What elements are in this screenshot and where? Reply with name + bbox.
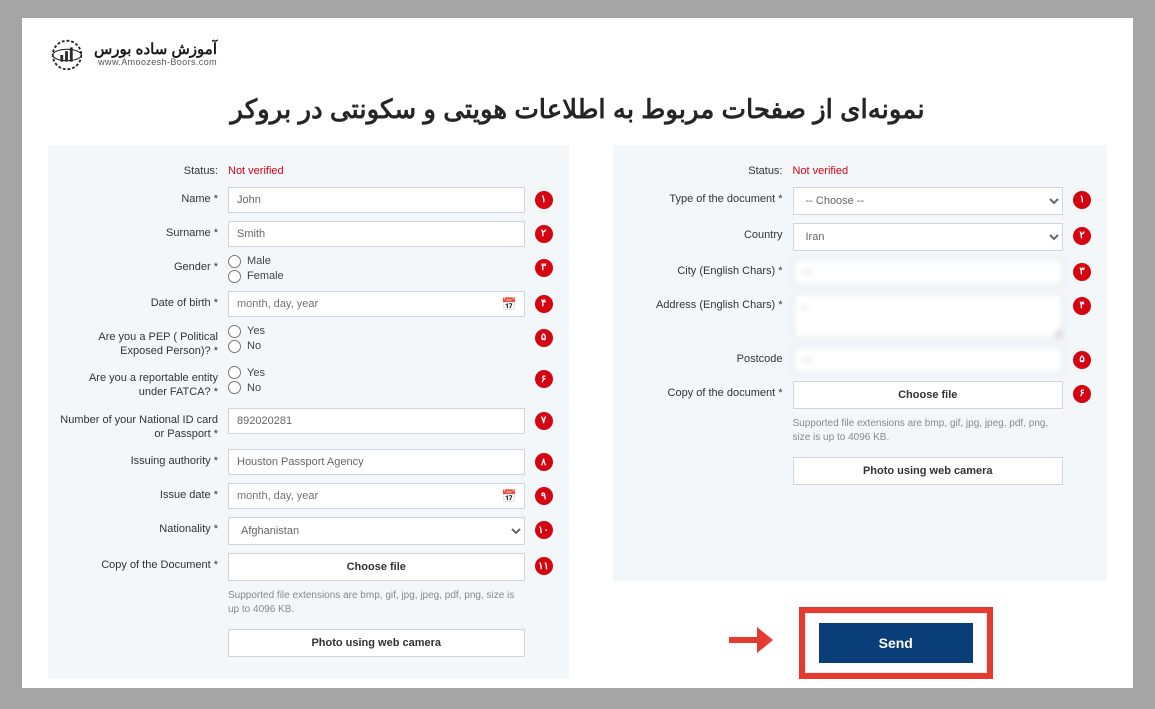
city-label: City (English Chars) * bbox=[623, 259, 783, 279]
page-title: نمونه‌ای از صفحات مربوط به اطلاعات هویتی… bbox=[48, 94, 1107, 125]
postcode-label: Postcode bbox=[623, 347, 783, 367]
choose-file-button[interactable]: Choose file bbox=[228, 553, 525, 581]
copy-doc-label: Copy of the Document * bbox=[58, 553, 218, 573]
send-button[interactable]: Send bbox=[819, 623, 973, 663]
choose-file-button[interactable]: Choose file bbox=[793, 381, 1064, 409]
calendar-icon[interactable]: 📅 bbox=[502, 297, 517, 311]
fatca-no-radio[interactable]: No bbox=[228, 381, 265, 394]
marker-4: ۴ bbox=[535, 295, 553, 313]
copy-doc-label: Copy of the document * bbox=[623, 381, 783, 401]
idnum-input[interactable] bbox=[228, 408, 525, 434]
file-hint: Supported file extensions are bmp, gif, … bbox=[793, 415, 1064, 451]
marker-7: ۷ bbox=[535, 412, 553, 430]
fatca-yes-radio[interactable]: Yes bbox=[228, 366, 265, 379]
pep-yes-radio[interactable]: Yes bbox=[228, 325, 265, 338]
marker-3r: ۳ bbox=[1073, 263, 1091, 281]
dob-input[interactable] bbox=[228, 291, 525, 317]
doctype-select[interactable]: -- Choose -- bbox=[793, 187, 1064, 215]
gender-label: Gender * bbox=[58, 255, 218, 275]
city-input[interactable] bbox=[793, 259, 1064, 285]
issdate-label: Issue date * bbox=[58, 483, 218, 503]
marker-9: ۹ bbox=[535, 487, 553, 505]
dob-label: Date of birth * bbox=[58, 291, 218, 311]
logo-title: آموزش ساده بورس bbox=[94, 42, 217, 58]
country-select[interactable]: Iran bbox=[793, 223, 1064, 251]
send-highlight-frame: Send bbox=[799, 607, 993, 679]
surname-input[interactable] bbox=[228, 221, 525, 247]
address-label: Address (English Chars) * bbox=[623, 293, 783, 313]
webcam-button[interactable]: Photo using web camera bbox=[793, 457, 1064, 485]
status-label: Status: bbox=[58, 159, 218, 179]
file-hint: Supported file extensions are bmp, gif, … bbox=[228, 587, 525, 623]
fatca-label: Are you a reportable entity under FATCA?… bbox=[58, 366, 218, 400]
calendar-icon[interactable]: 📅 bbox=[502, 489, 517, 503]
webcam-button[interactable]: Photo using web camera bbox=[228, 629, 525, 657]
identity-form-panel: Status: Not verified Name * ۱ Surname * … bbox=[48, 145, 569, 679]
postcode-input[interactable] bbox=[793, 347, 1064, 373]
nationality-label: Nationality * bbox=[58, 517, 218, 537]
marker-8: ۸ bbox=[535, 453, 553, 471]
status-value: Not verified bbox=[793, 159, 849, 177]
doctype-label: Type of the document * bbox=[623, 187, 783, 207]
gender-male-radio[interactable]: Male bbox=[228, 255, 284, 268]
arrow-right-icon bbox=[727, 622, 773, 664]
send-callout: Send bbox=[613, 607, 1108, 679]
marker-6r: ۶ bbox=[1073, 385, 1091, 403]
marker-5r: ۵ bbox=[1073, 351, 1091, 369]
marker-6: ۶ bbox=[535, 370, 553, 388]
surname-label: Surname * bbox=[58, 221, 218, 241]
marker-2r: ۲ bbox=[1073, 227, 1091, 245]
marker-3: ۳ bbox=[535, 259, 553, 277]
idnum-label: Number of your National ID card or Passp… bbox=[58, 408, 218, 442]
country-label: Country bbox=[623, 223, 783, 243]
status-label: Status: bbox=[623, 159, 783, 179]
issauth-label: Issuing authority * bbox=[58, 449, 218, 469]
issdate-input[interactable] bbox=[228, 483, 525, 509]
marker-1: ۱ bbox=[535, 191, 553, 209]
pep-no-radio[interactable]: No bbox=[228, 340, 265, 353]
brand-logo: آموزش ساده بورس www.Amoozesh-Boors.com bbox=[48, 36, 217, 74]
marker-2: ۲ bbox=[535, 225, 553, 243]
page: آموزش ساده بورس www.Amoozesh-Boors.com ن… bbox=[22, 18, 1133, 688]
status-value: Not verified bbox=[228, 159, 284, 177]
address-input[interactable]: — bbox=[793, 293, 1064, 339]
name-input[interactable] bbox=[228, 187, 525, 213]
pep-label: Are you a PEP ( Political Exposed Person… bbox=[58, 325, 218, 359]
marker-5: ۵ bbox=[535, 329, 553, 347]
residence-form-panel: Status: Not verified Type of the documen… bbox=[613, 145, 1108, 581]
marker-1r: ۱ bbox=[1073, 191, 1091, 209]
globe-chart-icon bbox=[48, 36, 86, 74]
marker-4r: ۴ bbox=[1073, 297, 1091, 315]
marker-10: ۱۰ bbox=[535, 521, 553, 539]
nationality-select[interactable]: Afghanistan bbox=[228, 517, 525, 545]
marker-11: ۱۱ bbox=[535, 557, 553, 575]
gender-female-radio[interactable]: Female bbox=[228, 270, 284, 283]
issauth-input[interactable] bbox=[228, 449, 525, 475]
name-label: Name * bbox=[58, 187, 218, 207]
logo-url: www.Amoozesh-Boors.com bbox=[94, 58, 217, 67]
